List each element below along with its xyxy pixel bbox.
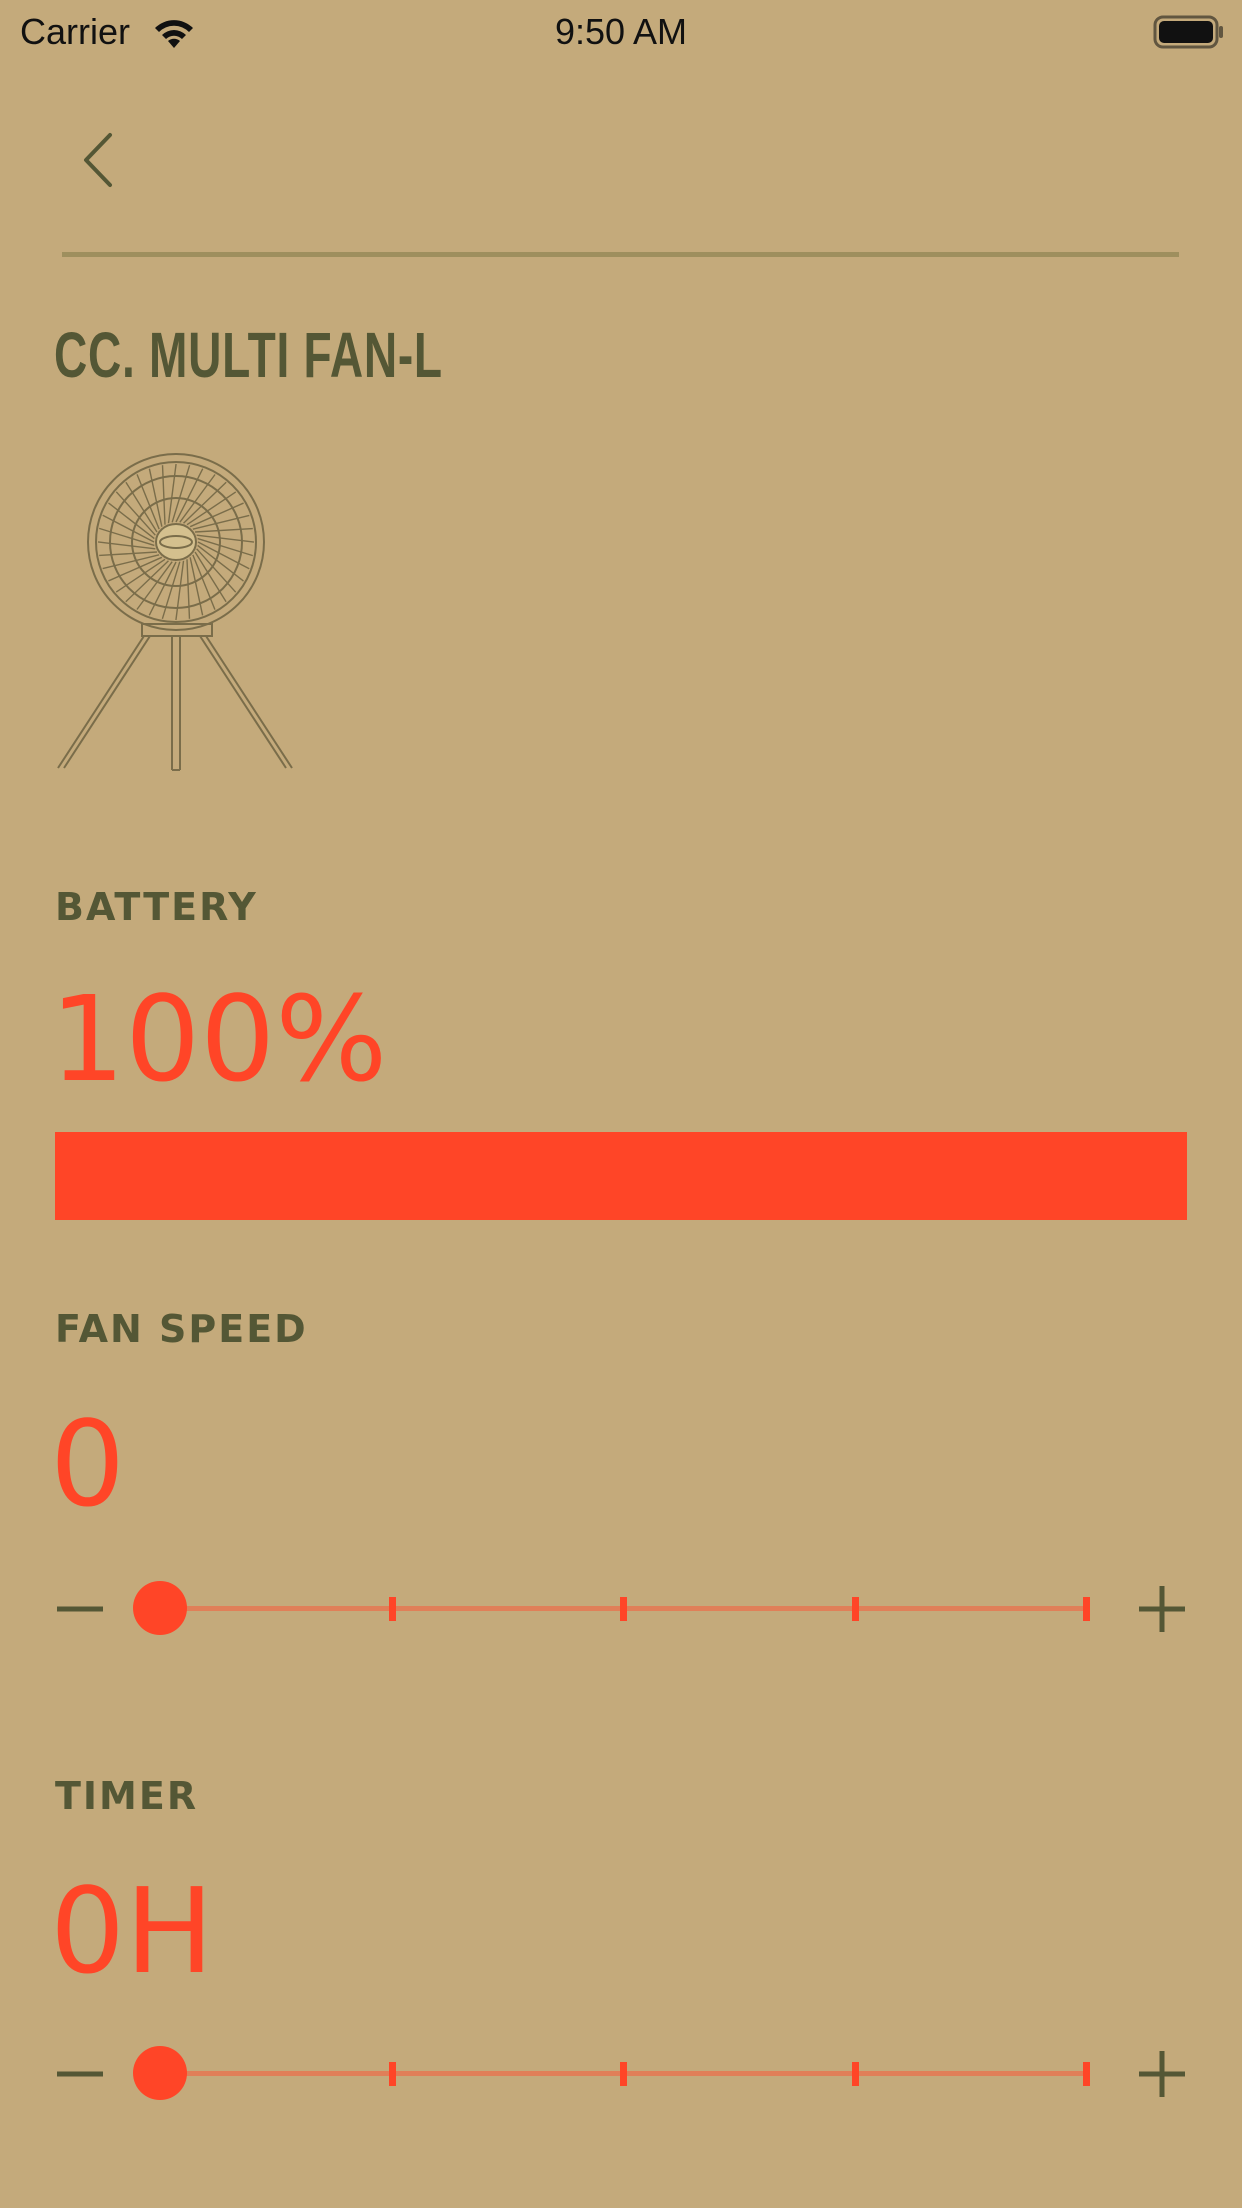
slider-tick — [620, 1597, 627, 1621]
timer-label: TIMER — [55, 1774, 199, 1818]
timer-value: 0H — [50, 1862, 214, 2000]
fan-speed-label: FAN SPEED — [55, 1307, 308, 1351]
fan-speed-decrease-button[interactable] — [45, 1574, 115, 1644]
battery-value: 100% — [50, 970, 388, 1108]
fan-illustration — [57, 453, 293, 771]
slider-thumb[interactable] — [133, 2046, 187, 2100]
slider-tick — [1083, 1597, 1090, 1621]
battery-bar-fill — [55, 1132, 1187, 1220]
timer-increase-button[interactable] — [1127, 2039, 1197, 2109]
slider-tick — [388, 2062, 396, 2086]
minus-icon — [57, 2071, 103, 2077]
slider-thumb[interactable] — [133, 1581, 187, 1635]
header-divider — [62, 252, 1179, 257]
back-button[interactable] — [70, 125, 130, 195]
battery-bar — [55, 1132, 1187, 1220]
battery-status-icon — [1153, 15, 1223, 49]
slider-tick — [851, 2062, 859, 2086]
slider-tick — [1083, 2062, 1090, 2086]
wifi-icon — [155, 20, 193, 48]
plus-icon — [1139, 1586, 1185, 1632]
timer-slider[interactable] — [133, 2046, 1090, 2100]
chevron-left-icon — [84, 133, 112, 187]
timer-decrease-button[interactable] — [45, 2039, 115, 2109]
slider-tick — [620, 2062, 627, 2086]
fan-speed-value: 0 — [50, 1395, 126, 1533]
battery-label: BATTERY — [55, 885, 258, 929]
plus-icon — [1139, 2051, 1185, 2097]
minus-icon — [57, 1606, 103, 1612]
slider-tick — [388, 1597, 396, 1621]
fan-speed-slider[interactable] — [133, 1581, 1090, 1635]
slider-tick — [851, 1597, 859, 1621]
device-title: CC. MULTI FAN-L — [54, 319, 443, 391]
fan-speed-increase-button[interactable] — [1127, 1574, 1197, 1644]
status-carrier: Carrier — [20, 11, 131, 52]
